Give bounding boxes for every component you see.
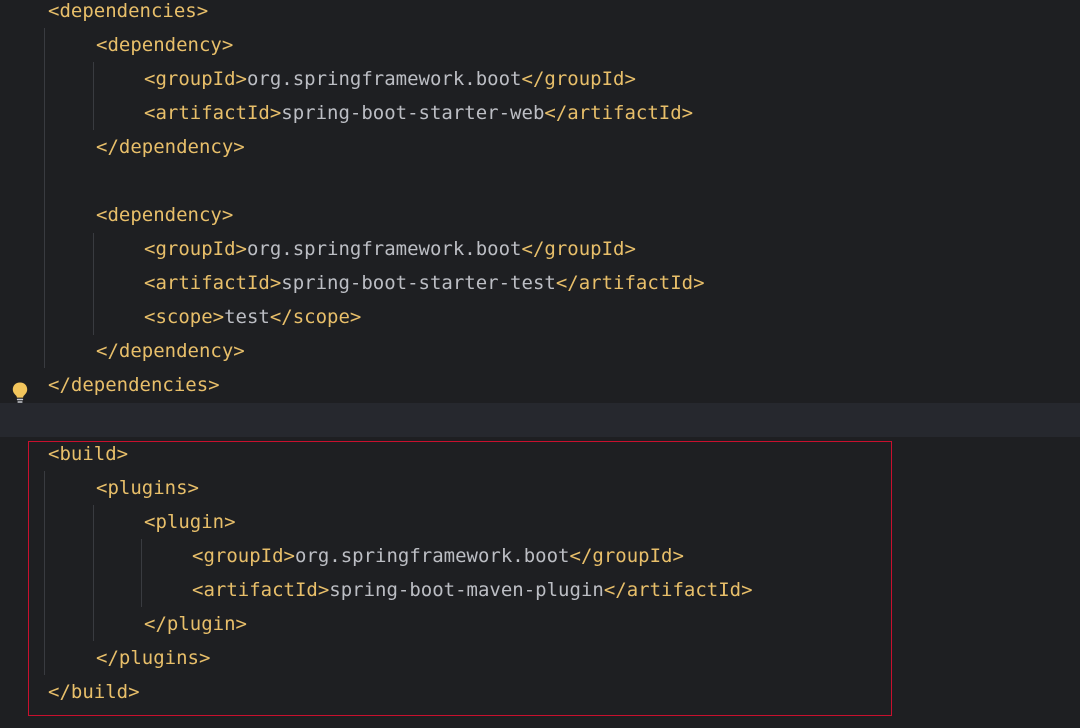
current-line-highlight[interactable] (0, 403, 1080, 437)
xml-tag: </build> (48, 681, 140, 703)
xml-tag: <dependencies> (48, 0, 209, 22)
xml-element: </plugin> (144, 607, 247, 641)
code-line[interactable]: <plugins> (0, 471, 1080, 505)
code-line[interactable]: </dependency> (0, 334, 1080, 368)
xml-tag: </plugin> (144, 613, 247, 635)
code-line[interactable]: <artifactId>spring-boot-starter-web</art… (0, 96, 1080, 130)
xml-element: <artifactId>spring-boot-starter-web</art… (144, 96, 693, 130)
xml-tag: </groupId> (521, 238, 636, 260)
xml-tag: <groupId> (144, 68, 247, 90)
xml-element: <dependency> (96, 198, 233, 232)
xml-element: <dependencies> (48, 0, 208, 28)
xml-element: <plugins> (96, 471, 199, 505)
lightbulb-icon[interactable] (11, 381, 29, 405)
xml-tag: <dependency> (96, 34, 234, 56)
code-line[interactable]: <groupId>org.springframework.boot</group… (0, 62, 1080, 96)
xml-element: </dependencies> (48, 368, 220, 402)
xml-element: <artifactId>spring-boot-starter-test</ar… (144, 266, 705, 300)
code-line[interactable]: <dependencies> (0, 0, 1080, 28)
xml-text: spring-boot-maven-plugin (329, 579, 604, 601)
xml-tag: </artifactId> (603, 579, 753, 601)
xml-tag: <build> (48, 443, 129, 465)
code-line[interactable]: </build> (0, 675, 1080, 709)
xml-tag: </artifactId> (544, 102, 694, 124)
xml-element: </dependency> (96, 130, 245, 164)
code-line[interactable]: <groupId>org.springframework.boot</group… (0, 232, 1080, 266)
code-editor[interactable]: <dependencies> <dependency> <groupId>org… (0, 0, 1080, 728)
xml-text: spring-boot-starter-test (281, 272, 556, 294)
xml-tag: <groupId> (144, 238, 247, 260)
xml-tag: <scope> (144, 306, 225, 328)
xml-tag: <groupId> (192, 545, 295, 567)
code-line[interactable]: <scope>test</scope> (0, 300, 1080, 334)
xml-element: <dependency> (96, 28, 233, 62)
code-line[interactable]: <build> (0, 437, 1080, 471)
xml-tag: <artifactId> (192, 579, 330, 601)
code-line[interactable]: <dependency> (0, 28, 1080, 62)
xml-element: <groupId>org.springframework.boot</group… (144, 62, 636, 96)
xml-tag: <artifactId> (144, 272, 282, 294)
code-line[interactable]: <dependency> (0, 198, 1080, 232)
xml-tag: </plugins> (96, 647, 211, 669)
xml-tag: <dependency> (96, 204, 234, 226)
xml-text: org.springframework.boot (294, 545, 570, 567)
code-line[interactable]: </plugin> (0, 607, 1080, 641)
xml-tag: <artifactId> (144, 102, 282, 124)
xml-text: test (224, 306, 270, 328)
xml-text: org.springframework.boot (246, 238, 522, 260)
xml-tag: </scope> (269, 306, 362, 328)
xml-element: <artifactId>spring-boot-maven-plugin</ar… (192, 573, 753, 607)
code-line[interactable] (0, 164, 1080, 198)
xml-element: <groupId>org.springframework.boot</group… (192, 539, 684, 573)
xml-tag: <plugins> (96, 477, 199, 499)
code-line[interactable]: <artifactId>spring-boot-starter-test</ar… (0, 266, 1080, 300)
xml-element: </dependency> (96, 334, 245, 368)
xml-element: </plugins> (96, 641, 210, 675)
xml-text: org.springframework.boot (246, 68, 522, 90)
xml-tag: </groupId> (569, 545, 684, 567)
code-line[interactable]: </dependency> (0, 130, 1080, 164)
xml-tag: </groupId> (521, 68, 636, 90)
xml-tag: </artifactId> (555, 272, 705, 294)
code-line[interactable]: </dependencies> (0, 368, 1080, 402)
code-line[interactable]: </plugins> (0, 641, 1080, 675)
xml-element: <groupId>org.springframework.boot</group… (144, 232, 636, 266)
xml-tag: <plugin> (144, 511, 236, 533)
code-line[interactable]: <plugin> (0, 505, 1080, 539)
code-line[interactable]: <artifactId>spring-boot-maven-plugin</ar… (0, 573, 1080, 607)
xml-element: <plugin> (144, 505, 236, 539)
xml-text: spring-boot-starter-web (281, 102, 545, 124)
xml-tag: </dependency> (96, 136, 245, 158)
xml-element: <scope>test</scope> (144, 300, 361, 334)
xml-element: </build> (48, 675, 140, 709)
xml-tag: </dependency> (96, 340, 245, 362)
xml-tag: </dependencies> (48, 374, 220, 396)
code-line[interactable]: <groupId>org.springframework.boot</group… (0, 539, 1080, 573)
xml-element: <build> (48, 437, 128, 471)
